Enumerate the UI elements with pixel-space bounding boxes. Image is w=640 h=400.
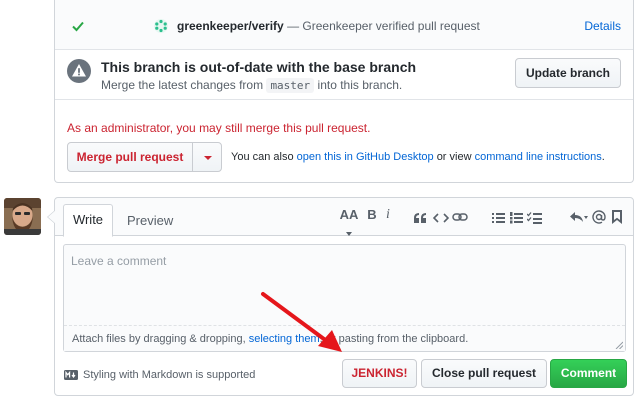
details-link[interactable]: Details (584, 19, 621, 33)
merge-box: greenkeeper/verify — Greenkeeper verifie… (54, 0, 634, 183)
text-size-label: AA (339, 207, 359, 222)
status-check-description: — Greenkeeper verified pull request (287, 19, 480, 33)
comment-placeholder: Leave a comment (71, 254, 167, 268)
check-icon (72, 21, 84, 32)
attach-suffix: , or pasting from the clipboard. (319, 333, 469, 345)
jenkins-button[interactable]: JENKINS! (342, 359, 417, 388)
attach-files-bar[interactable]: Attach files by dragging & dropping, sel… (64, 325, 625, 351)
status-check-row: greenkeeper/verify — Greenkeeper verifie… (55, 0, 633, 50)
outdated-subtitle: Merge the latest changes from master int… (101, 78, 403, 93)
admin-merge-notice: As an administrator, you may still merge… (67, 121, 371, 135)
markdown-icon (64, 370, 78, 380)
merge-help-text: You can also open this in GitHub Desktop… (231, 151, 605, 163)
markdown-supported-note: Styling with Markdown is supported (83, 369, 256, 381)
merge-help-middle: or view (436, 151, 472, 163)
numbered-list-icon[interactable] (510, 209, 523, 227)
comment-textarea[interactable]: Leave a comment Attach files by dragging… (63, 244, 626, 352)
link-icon[interactable] (452, 208, 468, 226)
attach-files-text: Attach files by dragging & dropping, sel… (72, 333, 468, 345)
reply-icon[interactable] (569, 208, 589, 226)
code-icon[interactable] (433, 209, 449, 227)
comment-box: Write Preview AA B i Leave a comment Att… (47, 197, 634, 396)
outdated-branch-row: This branch is out-of-date with the base… (55, 50, 633, 100)
alert-icon (67, 59, 91, 83)
outdated-sub-suffix: into this branch. (317, 78, 403, 92)
outdated-title: This branch is out-of-date with the base… (101, 59, 417, 75)
task-list-icon[interactable] (527, 209, 542, 227)
command-line-instructions-link[interactable]: command line instructions (475, 151, 602, 163)
merge-options-caret-icon[interactable] (192, 142, 222, 172)
mention-icon[interactable] (592, 208, 606, 226)
tab-write[interactable]: Write (63, 204, 113, 237)
status-check-text: greenkeeper/verify — Greenkeeper verifie… (177, 19, 480, 33)
merge-help-prefix: You can also (231, 151, 294, 163)
base-branch-name: master (266, 78, 315, 93)
comment-tab-bar: Write Preview AA B i (55, 198, 633, 237)
close-pull-request-button[interactable]: Close pull request (421, 359, 547, 388)
italic-button[interactable]: i (382, 206, 394, 224)
outdated-sub-prefix: Merge the latest changes from (101, 78, 264, 92)
resize-handle-icon[interactable] (615, 341, 623, 349)
chevron-down-icon (346, 231, 352, 236)
quote-icon[interactable] (413, 209, 427, 227)
selecting-files-link[interactable]: selecting them (249, 333, 320, 345)
greenkeeper-logo-icon (154, 19, 168, 33)
merge-pull-request-button[interactable]: Merge pull request (67, 142, 193, 172)
bulleted-list-icon[interactable] (492, 209, 505, 227)
bookmark-icon[interactable] (611, 208, 623, 226)
avatar[interactable] (4, 198, 41, 235)
github-desktop-link[interactable]: open this in GitHub Desktop (297, 151, 434, 163)
merge-help-suffix: . (601, 151, 605, 163)
attach-prefix: Attach files by dragging & dropping, (72, 333, 246, 345)
text-size-button[interactable]: AA (338, 206, 360, 236)
comment-submit-button[interactable]: Comment (550, 359, 627, 388)
update-branch-button[interactable]: Update branch (514, 58, 621, 88)
bold-button[interactable]: B (365, 206, 379, 224)
status-check-name: greenkeeper/verify (177, 19, 284, 33)
tab-preview[interactable]: Preview (127, 213, 173, 228)
